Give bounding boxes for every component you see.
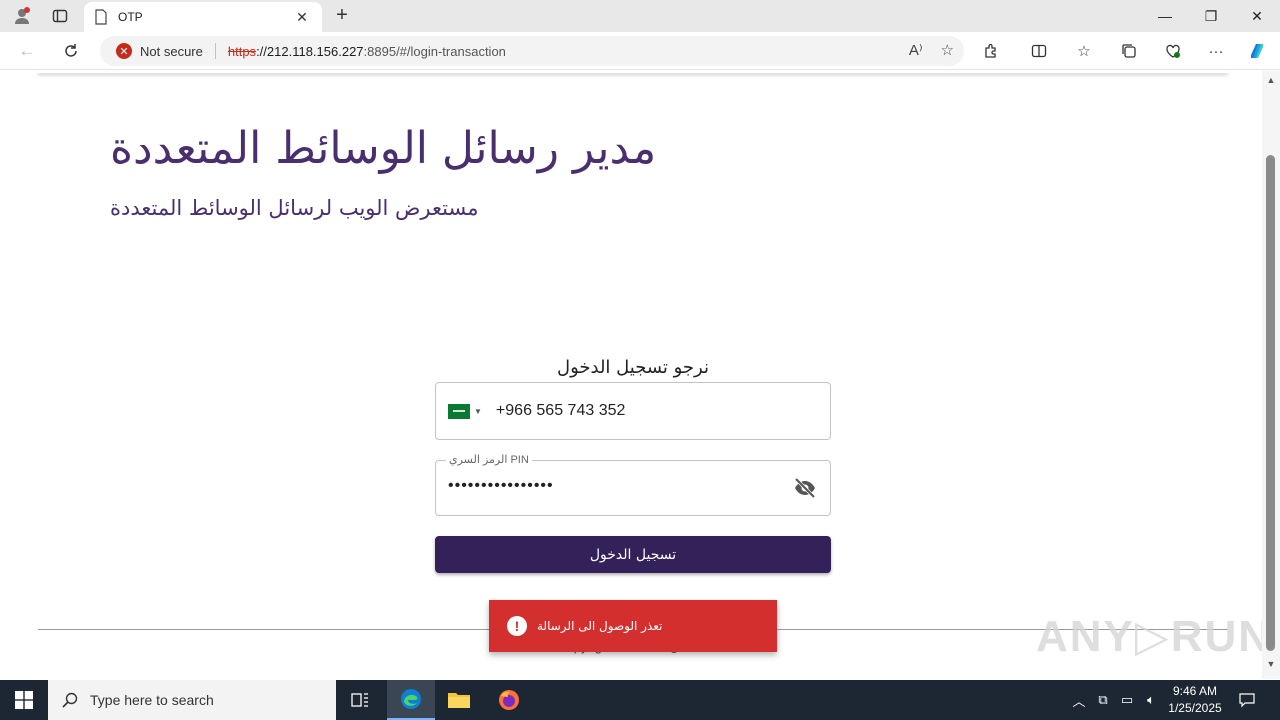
page-subtitle: مستعرض الويب لرسائل الوسائط المتعددة	[110, 196, 479, 220]
windows-logo-icon	[15, 691, 33, 709]
restore-button[interactable]: ❐	[1188, 0, 1234, 32]
start-button[interactable]	[0, 680, 48, 720]
saudi-flag-icon[interactable]	[448, 403, 470, 419]
country-dropdown-icon[interactable]: ▼	[474, 407, 482, 416]
network-icon[interactable]: ▭	[1118, 690, 1136, 710]
folder-icon	[448, 693, 470, 708]
toast-message: تعذر الوصول الى الرسالة	[537, 619, 663, 633]
favorite-star-icon[interactable]: ☆	[941, 41, 954, 59]
page-scrollbar[interactable]: ▲ ▼	[1262, 71, 1280, 679]
task-view-icon	[351, 693, 368, 707]
extensions-icon[interactable]	[980, 41, 1002, 61]
url-host: ://212.118.156.227	[256, 43, 364, 59]
close-window-button[interactable]: ✕	[1234, 0, 1280, 32]
url-path: :8895/#/login-transaction	[363, 43, 506, 59]
page-title: مدير رسائل الوسائط المتعددة	[110, 123, 657, 174]
phone-input[interactable]	[495, 402, 796, 420]
page-icon	[95, 9, 107, 25]
url-text[interactable]: https://212.118.156.227:8895/#/login-tra…	[228, 44, 506, 59]
favorites-icon[interactable]: ☆	[1073, 41, 1095, 61]
tab-title: OTP	[118, 10, 143, 24]
split-screen-icon[interactable]	[1028, 41, 1050, 61]
search-placeholder: Type here to search	[90, 692, 214, 708]
refresh-icon	[65, 44, 77, 57]
error-icon: !	[507, 616, 527, 636]
taskbar-file-explorer[interactable]	[435, 680, 483, 720]
system-clock[interactable]: 9:46 AM 1/25/2025	[1160, 683, 1230, 717]
scroll-up-icon[interactable]: ▲	[1266, 75, 1276, 85]
windows-taskbar: Type here to search ︿ ⧉ ▭ 🔈︎ 9:46 AM 1/2…	[0, 680, 1280, 720]
task-view-button[interactable]	[336, 680, 384, 720]
error-toast: ! تعذر الوصول الى الرسالة	[489, 600, 777, 652]
meet-now-icon[interactable]: ⧉	[1094, 690, 1112, 710]
pin-input[interactable]	[448, 477, 778, 495]
taskbar-firefox[interactable]	[485, 680, 533, 720]
edge-icon	[401, 689, 421, 709]
browser-tab[interactable]: OTP ✕	[84, 2, 322, 32]
url-protocol: https	[227, 43, 257, 59]
taskbar-edge[interactable]	[387, 680, 435, 720]
profile-icon[interactable]	[12, 6, 32, 26]
search-icon	[62, 692, 78, 708]
separator	[214, 43, 216, 59]
notifications-icon[interactable]	[1238, 690, 1256, 710]
address-bar[interactable]: ✕ Not secure https://212.118.156.227:889…	[100, 36, 964, 66]
minimize-button[interactable]: —	[1142, 0, 1188, 32]
read-aloud-icon[interactable]: A⁾	[909, 41, 923, 59]
pin-field[interactable]: الرمز السري PIN	[435, 453, 831, 516]
scrollbar-thumb[interactable]	[1266, 155, 1275, 651]
login-heading: نرجو تسجيل الدخول	[557, 357, 709, 378]
workspaces-icon[interactable]	[50, 6, 70, 26]
pin-label: الرمز السري PIN	[446, 453, 532, 466]
browser-tab-bar: OTP ✕ + — ❐ ✕	[0, 0, 1280, 32]
clock-date: 1/25/2025	[1168, 701, 1222, 715]
phone-field[interactable]: ▼	[435, 382, 831, 440]
clock-time: 9:46 AM	[1172, 684, 1218, 698]
taskbar-search[interactable]: Type here to search	[48, 680, 336, 720]
collections-icon[interactable]	[1118, 41, 1140, 61]
page-viewport: مدير رسائل الوسائط المتعددة مستعرض الويب…	[0, 71, 1262, 679]
close-tab-icon[interactable]: ✕	[292, 9, 312, 26]
back-button[interactable]: ←	[14, 39, 40, 63]
scroll-down-icon[interactable]: ▼	[1266, 659, 1276, 669]
login-button[interactable]: تسجيل الدخول	[435, 536, 831, 573]
refresh-button[interactable]	[58, 39, 84, 63]
not-secure-icon: ✕	[116, 43, 132, 59]
volume-icon[interactable]: 🔈︎	[1142, 690, 1160, 710]
toggle-visibility-icon[interactable]	[792, 477, 818, 499]
show-hidden-icons[interactable]: ︿	[1070, 690, 1088, 710]
browser-toolbar: ← ✕ Not secure https://212.118.156.227:8…	[0, 32, 1280, 70]
security-label[interactable]: Not secure	[140, 44, 203, 59]
copilot-icon[interactable]	[1246, 41, 1268, 61]
more-options-icon[interactable]: ···	[1205, 41, 1227, 61]
firefox-icon	[499, 690, 519, 710]
new-tab-button[interactable]: +	[330, 4, 354, 28]
anyrun-watermark: ANY▷RUN	[1036, 612, 1262, 661]
app-header-shadow	[38, 71, 1228, 73]
browser-essentials-icon[interactable]	[1162, 41, 1184, 61]
